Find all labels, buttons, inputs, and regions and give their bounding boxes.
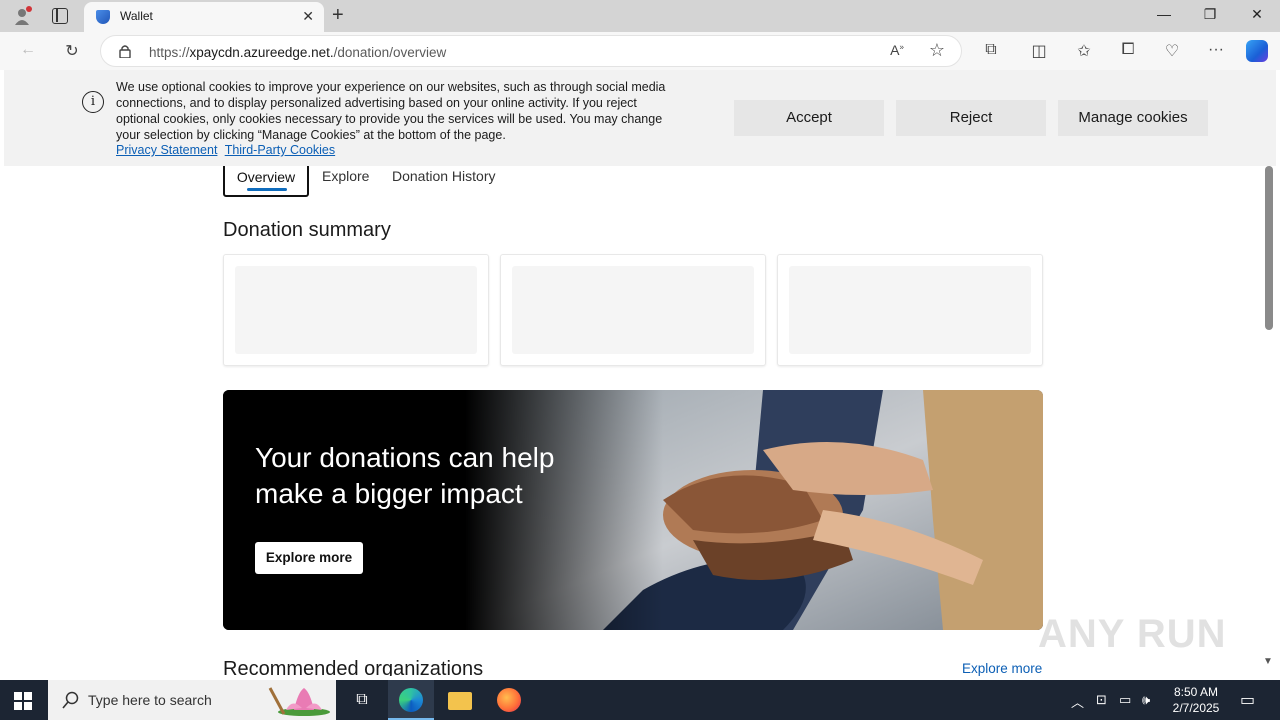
- summary-card-loading: [223, 254, 489, 366]
- summary-card-loading: [777, 254, 1043, 366]
- url-text: https://xpaycdn.azureedge.net./donation/…: [149, 45, 446, 60]
- address-bar[interactable]: https://xpaycdn.azureedge.net./donation/…: [100, 35, 962, 67]
- search-icon: [62, 691, 80, 714]
- task-view-icon[interactable]: ⧉: [350, 688, 374, 712]
- tab-overview-label: Overview: [236, 169, 296, 185]
- summary-card-loading: [500, 254, 766, 366]
- cookie-banner: i We use optional cookies to improve you…: [4, 70, 1276, 166]
- wallet-favicon-icon: [96, 10, 110, 24]
- lotus-decoration-icon: [264, 686, 330, 716]
- search-placeholder: Type here to search: [88, 692, 212, 708]
- minimize-icon[interactable]: —: [1154, 6, 1174, 22]
- tab-donation-history[interactable]: Donation History: [392, 168, 496, 184]
- extensions-icon[interactable]: ⧉: [981, 41, 1001, 59]
- hero-explore-more-button[interactable]: Explore more: [255, 542, 363, 574]
- donation-summary-title: Donation summary: [223, 219, 391, 241]
- lock-icon[interactable]: [119, 44, 131, 59]
- collections-icon[interactable]: ⧠: [1118, 41, 1138, 59]
- reject-cookies-button[interactable]: Reject: [896, 100, 1046, 136]
- tab-explore[interactable]: Explore: [322, 168, 369, 184]
- meet-now-icon[interactable]: ⊡: [1096, 692, 1107, 708]
- system-clock[interactable]: 8:50 AM 2/7/2025: [1166, 684, 1226, 716]
- close-window-icon[interactable]: ✕: [1247, 6, 1267, 23]
- edge-browser-icon[interactable]: [399, 688, 423, 712]
- new-tab-icon[interactable]: +: [332, 4, 344, 27]
- browser-title-bar: Wallet ✕ + — ❐ ✕: [0, 0, 1280, 32]
- back-icon[interactable]: ←: [18, 41, 38, 59]
- windows-start-icon[interactable]: [14, 692, 32, 710]
- favorite-star-icon[interactable]: ☆: [927, 40, 947, 61]
- url-path: /donation/overview: [333, 45, 447, 60]
- recommended-organizations-title: Recommended organizations: [223, 658, 484, 676]
- file-explorer-icon[interactable]: [448, 692, 472, 710]
- copilot-icon[interactable]: [1246, 40, 1268, 62]
- anyrun-watermark: ANY RUN: [1038, 612, 1227, 656]
- cookie-text: We use optional cookies to improve your …: [116, 80, 666, 142]
- refresh-icon[interactable]: ↻: [62, 41, 82, 61]
- favorites-icon[interactable]: ✩: [1074, 41, 1094, 61]
- more-options-icon[interactable]: ···: [1206, 41, 1226, 59]
- scroll-down-arrow-icon[interactable]: ▼: [1263, 656, 1273, 667]
- taskbar-search-box[interactable]: Type here to search: [48, 680, 336, 720]
- hero-title: Your donations can help make a bigger im…: [255, 442, 555, 509]
- show-hidden-icons-icon[interactable]: ︿: [1071, 692, 1084, 711]
- page-content: Overview Explore Donation History Donati…: [4, 166, 1264, 676]
- tab-title: Wallet: [120, 9, 153, 23]
- tab-actions-icon[interactable]: [52, 8, 68, 24]
- firefox-icon[interactable]: [497, 688, 521, 712]
- url-prefix: https://: [149, 45, 190, 60]
- recommended-explore-more-link[interactable]: Explore more: [962, 661, 1042, 676]
- browser-tab-wallet[interactable]: Wallet ✕: [84, 2, 324, 32]
- browser-toolbar: ← ↻ https://xpaycdn.azureedge.net./donat…: [0, 32, 1280, 70]
- browser-essentials-icon[interactable]: ♡: [1162, 41, 1182, 61]
- clock-time: 8:50 AM: [1173, 685, 1219, 699]
- privacy-statement-link[interactable]: Privacy Statement: [116, 143, 217, 157]
- card-placeholder: [789, 266, 1031, 354]
- active-tab-indicator: [247, 188, 287, 191]
- volume-icon[interactable]: 🕪: [1142, 692, 1150, 708]
- accept-cookies-button[interactable]: Accept: [734, 100, 884, 136]
- network-icon[interactable]: ▭: [1119, 692, 1131, 708]
- clock-date: 2/7/2025: [1172, 701, 1220, 715]
- tab-overview[interactable]: Overview: [223, 166, 309, 197]
- card-placeholder: [235, 266, 477, 354]
- scrollbar-thumb[interactable]: [1265, 166, 1273, 330]
- notifications-icon[interactable]: ▭: [1240, 690, 1255, 710]
- close-tab-icon[interactable]: ✕: [302, 8, 314, 25]
- restore-icon[interactable]: ❐: [1200, 6, 1220, 23]
- card-placeholder: [512, 266, 754, 354]
- hero-banner: Your donations can help make a bigger im…: [223, 390, 1043, 630]
- split-screen-icon[interactable]: ◫: [1029, 41, 1049, 61]
- manage-cookies-button[interactable]: Manage cookies: [1058, 100, 1208, 136]
- url-host: xpaycdn.azureedge.net.: [189, 45, 334, 60]
- profile-icon[interactable]: [12, 6, 32, 26]
- read-aloud-icon[interactable]: A»: [887, 42, 907, 58]
- cookie-links: Privacy Statement Third-Party Cookies: [116, 143, 339, 157]
- info-icon: i: [82, 91, 104, 113]
- windows-taskbar: Type here to search ⧉ ︿ ⊡ ▭ 🕪 8:50 AM 2/…: [0, 680, 1280, 720]
- third-party-cookies-link[interactable]: Third-Party Cookies: [225, 143, 335, 157]
